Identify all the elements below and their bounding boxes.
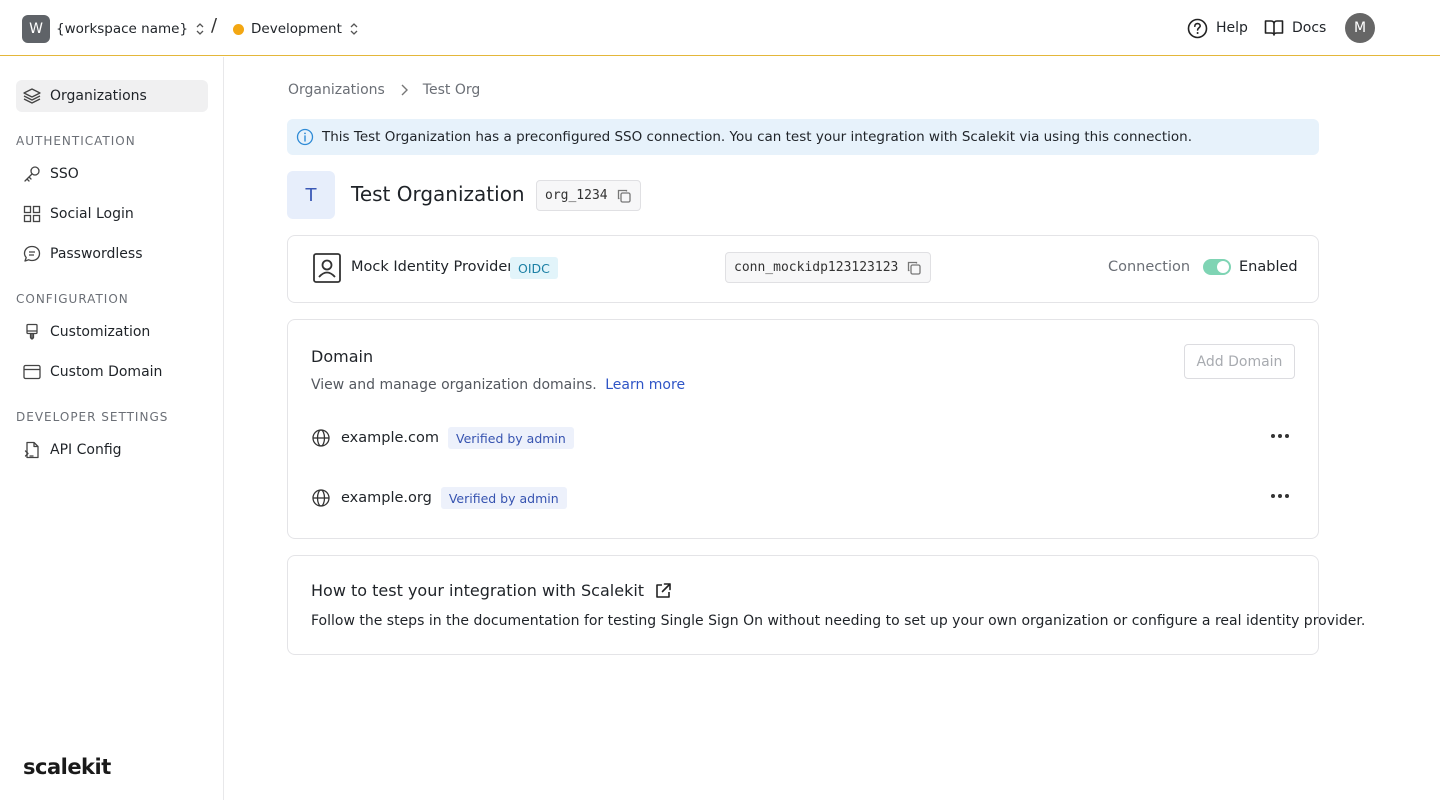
- identity-provider-icon: [313, 253, 341, 283]
- howto-heading-text: How to test your integration with Scalek…: [311, 581, 645, 600]
- workspace-name: {workspace name}: [56, 21, 189, 37]
- chevron-right-icon: [401, 84, 408, 96]
- key-icon: [22, 164, 42, 184]
- grid-icon: [22, 204, 42, 224]
- sidebar: Organizations AUTHENTICATION SSO Social …: [0, 57, 224, 800]
- sidebar-item-label: Organizations: [50, 88, 147, 104]
- connection-label: Connection: [1108, 259, 1191, 275]
- page-title: Test Organization: [351, 182, 525, 206]
- sidebar-item-custom-domain[interactable]: Custom Domain: [16, 356, 208, 388]
- howto-heading: How to test your integration with Scalek…: [311, 581, 672, 600]
- protocol-badge: OIDC: [510, 257, 558, 279]
- status-badge: Verified by admin: [448, 427, 574, 449]
- learn-more-link[interactable]: Learn more: [605, 377, 685, 393]
- docs-label: Docs: [1292, 20, 1327, 36]
- section-heading-developer-settings: DEVELOPER SETTINGS: [16, 410, 169, 424]
- copy-icon[interactable]: [616, 188, 632, 204]
- help-icon: [1187, 18, 1208, 38]
- workspace-avatar: W: [22, 15, 50, 43]
- domain-subtitle: View and manage organization domains. Le…: [311, 377, 685, 393]
- sidebar-item-label: API Config: [50, 442, 122, 458]
- sidebar-item-label: Social Login: [50, 206, 134, 222]
- domain-name: example.com: [341, 430, 439, 446]
- copy-icon[interactable]: [906, 260, 922, 276]
- environment-switcher[interactable]: Development: [233, 15, 360, 43]
- sidebar-item-label: Passwordless: [50, 246, 143, 262]
- more-options-icon[interactable]: [1268, 426, 1292, 446]
- sidebar-item-social-login[interactable]: Social Login: [16, 198, 208, 230]
- sidebar-item-customization[interactable]: Customization: [16, 316, 208, 348]
- help-link[interactable]: Help: [1187, 16, 1248, 40]
- org-id-chip: org_1234: [536, 180, 641, 211]
- section-heading-configuration: CONFIGURATION: [16, 292, 129, 306]
- domain-row: example.com Verified by admin: [311, 426, 1296, 450]
- domain-card: Domain View and manage organization doma…: [287, 319, 1319, 539]
- org-id: org_1234: [545, 188, 608, 203]
- provider-name[interactable]: Mock Identity Provider: [351, 259, 513, 275]
- domain-row: example.org Verified by admin: [311, 486, 1296, 510]
- connection-id: conn_mockidp123123123: [734, 260, 899, 275]
- globe-icon: [312, 429, 330, 447]
- brand-logo: scalekit: [23, 755, 111, 779]
- breadcrumb-organizations-link[interactable]: Organizations: [288, 82, 385, 98]
- chevron-up-down-icon: [196, 23, 204, 35]
- paint-brush-icon: [22, 322, 42, 342]
- environment-status-dot: [233, 23, 244, 35]
- browser-window-icon: [22, 362, 42, 382]
- add-domain-button[interactable]: Add Domain: [1184, 344, 1295, 379]
- connection-card: Mock Identity Provider OIDC conn_mockidp…: [287, 235, 1319, 303]
- environment-name: Development: [251, 21, 342, 37]
- sidebar-item-label: Custom Domain: [50, 364, 163, 380]
- docs-link[interactable]: Docs: [1264, 16, 1326, 40]
- sidebar-item-api-config[interactable]: API Config: [16, 434, 208, 466]
- sidebar-item-passwordless[interactable]: Passwordless: [16, 238, 208, 270]
- chat-bubble-icon: [22, 244, 42, 264]
- path-separator: /: [211, 15, 218, 36]
- domain-subtitle-text: View and manage organization domains.: [311, 377, 597, 393]
- howto-card: How to test your integration with Scalek…: [287, 555, 1365, 655]
- top-bar: W {workspace name} / Development Help Do…: [0, 0, 1440, 56]
- sidebar-item-label: SSO: [50, 166, 79, 182]
- globe-icon: [312, 489, 330, 507]
- toggle-knob: [1217, 261, 1229, 273]
- sidebar-item-sso[interactable]: SSO: [16, 158, 208, 190]
- info-banner-text: This Test Organization has a preconfigur…: [322, 129, 1192, 145]
- external-link-icon[interactable]: [654, 582, 672, 600]
- sidebar-item-label: Customization: [50, 324, 151, 340]
- book-icon: [1264, 20, 1284, 36]
- connection-toggle[interactable]: [1203, 259, 1231, 275]
- user-avatar[interactable]: M: [1345, 13, 1375, 43]
- status-badge: Verified by admin: [440, 487, 567, 509]
- connection-status: Enabled: [1239, 259, 1298, 275]
- info-icon: [296, 128, 314, 146]
- howto-description: Follow the steps in the documentation fo…: [311, 613, 1366, 629]
- section-heading-authentication: AUTHENTICATION: [16, 134, 136, 148]
- domain-heading: Domain: [311, 347, 374, 366]
- domain-name: example.org: [341, 490, 432, 506]
- workspace-switcher[interactable]: W {workspace name}: [22, 15, 206, 43]
- help-label: Help: [1216, 20, 1248, 36]
- chevron-up-down-icon: [350, 23, 358, 35]
- layers-icon: [22, 86, 42, 106]
- info-banner: This Test Organization has a preconfigur…: [287, 119, 1319, 155]
- breadcrumb: Organizations Test Org: [288, 82, 480, 98]
- breadcrumb-current: Test Org: [422, 82, 481, 98]
- org-avatar: T: [287, 171, 335, 219]
- connection-id-chip: conn_mockidp123123123: [725, 252, 932, 283]
- file-code-icon: [22, 440, 42, 460]
- more-options-icon[interactable]: [1268, 486, 1292, 506]
- sidebar-item-organizations[interactable]: Organizations: [16, 80, 208, 112]
